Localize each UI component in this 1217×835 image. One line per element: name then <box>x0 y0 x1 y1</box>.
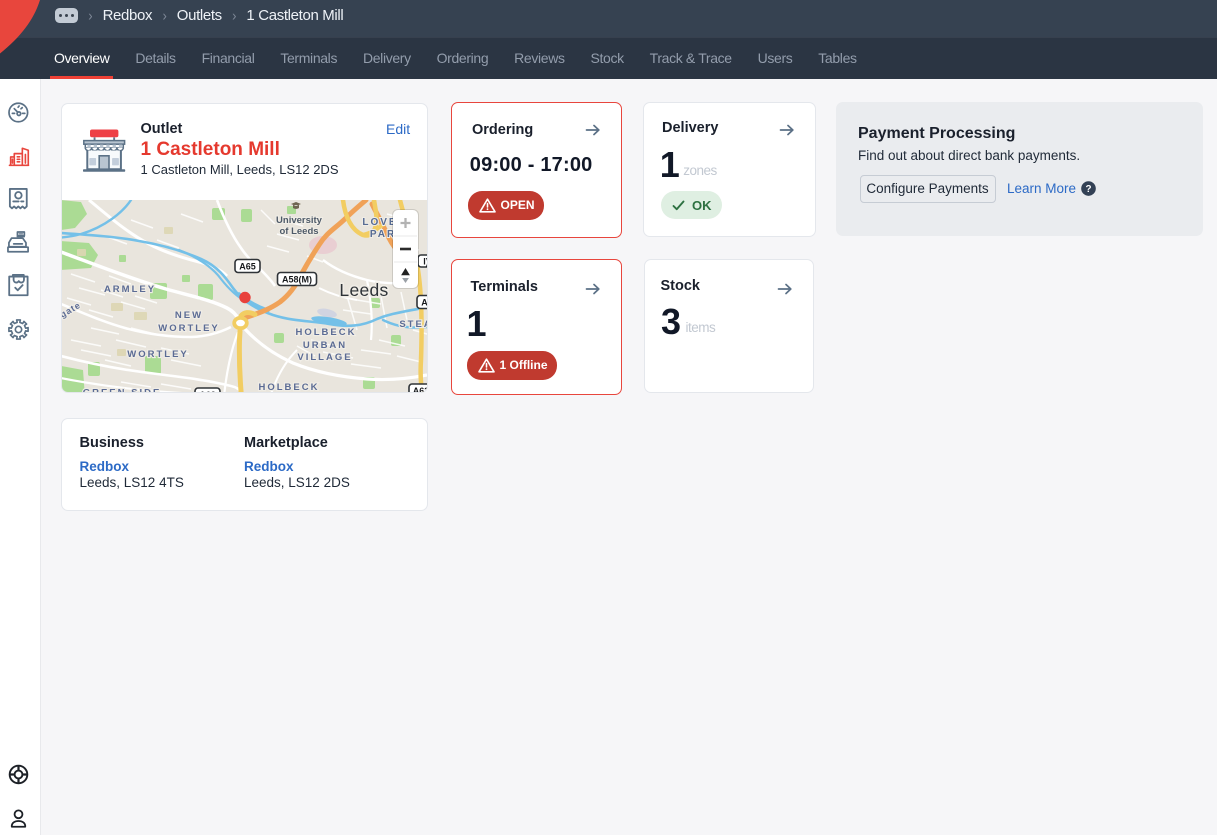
svg-text:A65: A65 <box>239 262 256 272</box>
svg-text:VILLAGE: VILLAGE <box>297 352 352 363</box>
svg-text:Leeds: Leeds <box>339 280 388 300</box>
svg-text:WORTLEY: WORTLEY <box>127 349 189 360</box>
svg-text:GREEN SIDE: GREEN SIDE <box>83 388 162 394</box>
svg-text:University: University <box>276 215 323 226</box>
svg-text:of Leeds: of Leeds <box>279 226 318 237</box>
svg-text:A63: A63 <box>413 386 427 393</box>
svg-text:l): l) <box>423 257 427 267</box>
svg-text:WORTLEY: WORTLEY <box>158 323 220 334</box>
svg-text:ARMLEY: ARMLEY <box>104 284 156 295</box>
svg-text:A62: A62 <box>199 390 216 393</box>
svg-text:NEW: NEW <box>175 310 203 321</box>
svg-text:A58(M): A58(M) <box>282 275 312 285</box>
svg-text:?: ? <box>1085 183 1091 194</box>
svg-text:STEA: STEA <box>399 319 427 330</box>
svg-text:A6: A6 <box>421 298 427 308</box>
svg-text:URBAN: URBAN <box>303 340 347 351</box>
svg-text:HOLBECK: HOLBECK <box>259 382 320 393</box>
svg-text:HOLBECK: HOLBECK <box>296 327 357 338</box>
